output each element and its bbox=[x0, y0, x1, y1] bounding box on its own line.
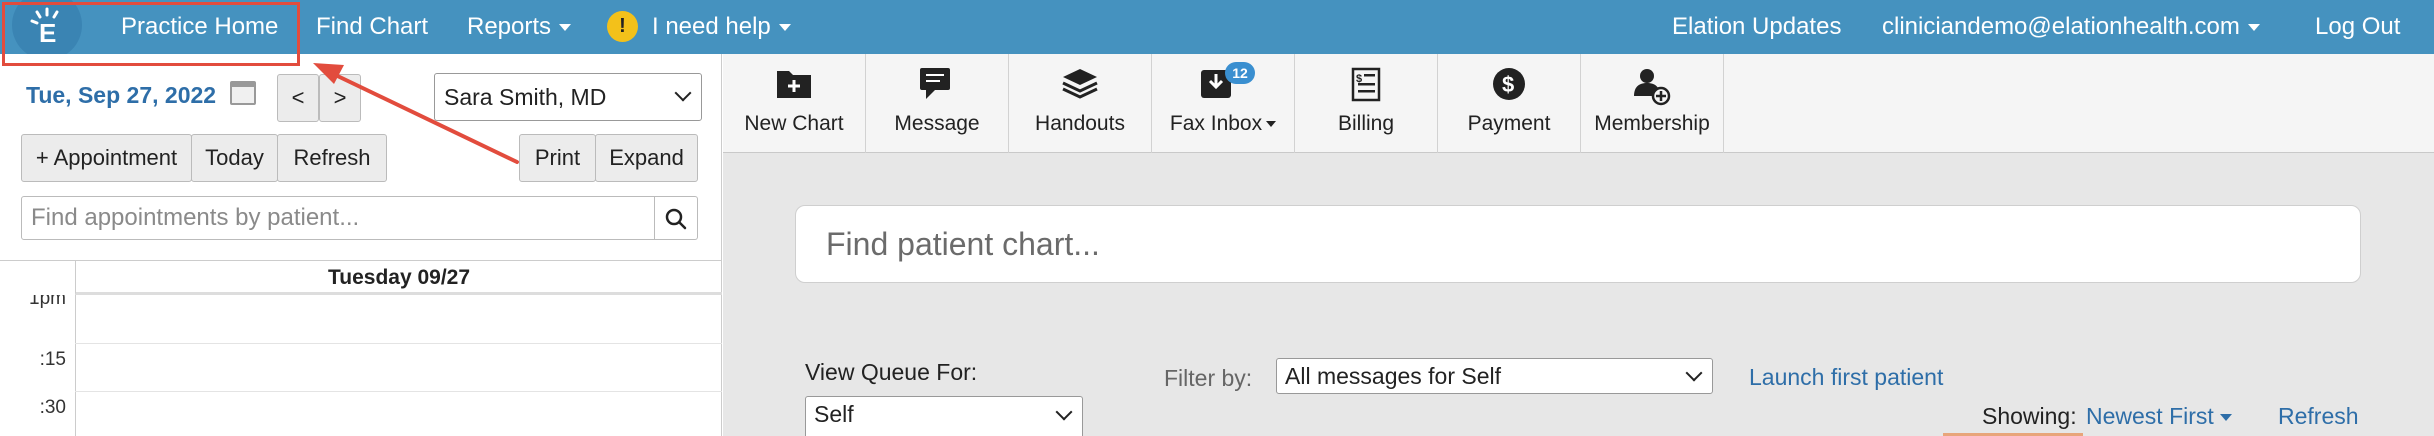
annotation-arrow bbox=[313, 63, 519, 164]
